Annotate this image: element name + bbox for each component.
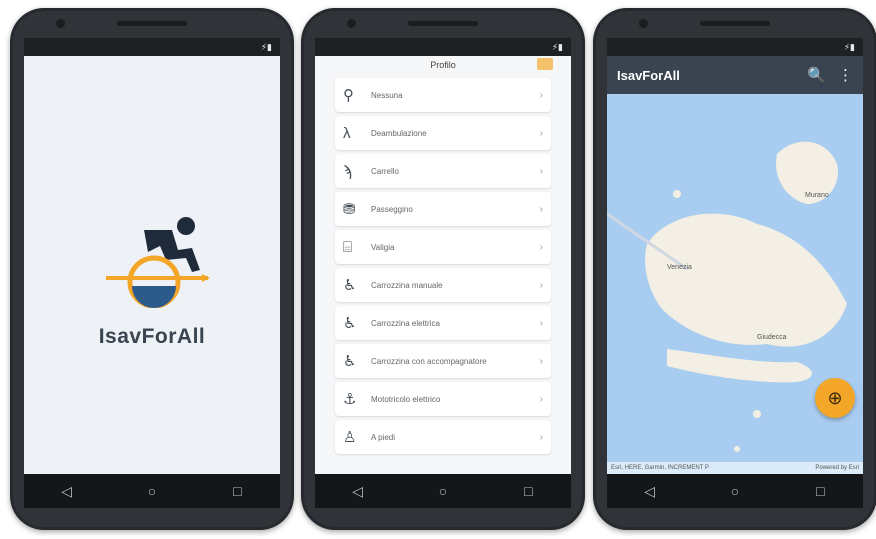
- nav-bar: ◁ ○ □: [24, 474, 280, 508]
- camera-dot: [639, 19, 648, 28]
- map-screen: ⚡▮ IsavForAll 🔍 ⋮ Venezia Murano Giudecc…: [607, 38, 863, 474]
- locate-fab[interactable]: ⊕: [815, 378, 855, 418]
- back-button[interactable]: ◁: [55, 483, 79, 500]
- wheelchair-companion-icon: ♿: [343, 353, 357, 370]
- profile-screen: ⚡▮ Profilo ⚲ Nessuna › λ Deambulazione › ϡ Ca…: [315, 38, 571, 474]
- status-bar: ⚡▮: [24, 38, 280, 56]
- camera-dot: [347, 19, 356, 28]
- list-item-label: Carrozzina manuale: [371, 280, 443, 290]
- chevron-right-icon: ›: [539, 393, 543, 405]
- app-logo-icon: [106, 217, 210, 308]
- crutches-icon: ϡ: [343, 162, 352, 180]
- list-item[interactable]: ⛃ Passeggino ›: [335, 192, 551, 226]
- profile-title: Profilo: [430, 60, 456, 70]
- list-item[interactable]: ⌸ Valigia ›: [335, 230, 551, 264]
- status-bar: ⚡▮: [607, 38, 863, 56]
- other-icon: ♙: [343, 429, 357, 446]
- map-label: Venezia: [667, 264, 692, 271]
- list-item[interactable]: ϡ Carrello ›: [335, 154, 551, 188]
- list-item-label: Carrozzina elettrica: [371, 318, 440, 328]
- chevron-right-icon: ›: [539, 317, 543, 329]
- chevron-right-icon: ›: [539, 127, 543, 139]
- list-item[interactable]: ♿ Carrozzina manuale ›: [335, 268, 551, 302]
- map-label: Murano: [805, 192, 829, 199]
- map-credit-right: Powered by Esri: [815, 465, 859, 471]
- chevron-right-icon: ›: [539, 355, 543, 367]
- list-item-label: Nessuna: [371, 90, 403, 100]
- list-item[interactable]: λ Deambulazione ›: [335, 116, 551, 150]
- chevron-right-icon: ›: [539, 89, 543, 101]
- back-button[interactable]: ◁: [346, 483, 370, 500]
- chevron-right-icon: ›: [539, 431, 543, 443]
- nav-bar: ◁ ○ □: [315, 474, 571, 508]
- camera-dot: [56, 19, 65, 28]
- map-land-shapes: [607, 141, 847, 452]
- map-attribution: Esri, HERE, Garmin, INCREMENT P Powered …: [607, 462, 863, 474]
- phone-map: ⚡▮ IsavForAll 🔍 ⋮ Venezia Murano Giudecc…: [593, 8, 876, 530]
- status-bar: ⚡▮: [315, 38, 571, 56]
- app-bar-title: IsavForAll: [617, 67, 680, 83]
- list-item-label: Deambulazione: [371, 128, 427, 138]
- recents-button[interactable]: □: [808, 483, 832, 499]
- chevron-right-icon: ›: [539, 203, 543, 215]
- list-item[interactable]: ⚲ Nessuna ›: [335, 78, 551, 112]
- recents-button[interactable]: □: [225, 483, 249, 499]
- map-label: Giudecca: [757, 334, 787, 341]
- elderly-icon: λ: [343, 124, 351, 142]
- speaker: [408, 21, 478, 26]
- nav-bar: ◁ ○ □: [607, 474, 863, 508]
- app-bar: IsavForAll 🔍 ⋮: [607, 56, 863, 94]
- crosshair-icon: ⊕: [827, 388, 843, 408]
- list-item[interactable]: ♙ A piedi ›: [335, 420, 551, 454]
- list-item[interactable]: ⚓ Mototricolo elettrico ›: [335, 382, 551, 416]
- recents-button[interactable]: □: [516, 483, 540, 499]
- speaker: [117, 21, 187, 26]
- list-item-label: Valigia: [371, 242, 395, 252]
- list-item-label: Passeggino: [371, 204, 413, 214]
- map-view[interactable]: Venezia Murano Giudecca Esri, HERE, Garm…: [607, 94, 863, 474]
- list-item-label: Carrello: [371, 166, 400, 176]
- speaker: [700, 21, 770, 26]
- luggage-icon: ⌸: [343, 238, 353, 256]
- splash-screen: ⚡▮ IsavForAll: [24, 38, 280, 474]
- list-item[interactable]: ♿ Carrozzina con accompagnatore ›: [335, 344, 551, 378]
- stroller-icon: ⛃: [343, 201, 356, 218]
- chevron-right-icon: ›: [539, 165, 543, 177]
- profile-list: ⚲ Nessuna › λ Deambulazione › ϡ Carrello › ⛃ Pa…: [335, 78, 551, 458]
- home-button[interactable]: ○: [140, 483, 164, 499]
- home-button[interactable]: ○: [723, 483, 747, 499]
- wheelchair-icon: ♿: [343, 277, 357, 294]
- chevron-right-icon: ›: [539, 279, 543, 291]
- powered-wheelchair-icon: ♿: [343, 315, 357, 332]
- phone-profile: ⚡▮ Profilo ⚲ Nessuna › λ Deambulazione › ϡ Ca…: [301, 8, 585, 530]
- walking-cane-icon: ⚲: [343, 87, 354, 104]
- list-item-label: A piedi: [371, 432, 396, 442]
- phone-splash: ⚡▮ IsavForAll ◁ ○ □: [10, 8, 294, 530]
- map-credit-left: Esri, HERE, Garmin, INCREMENT P: [611, 465, 709, 471]
- back-button[interactable]: ◁: [638, 483, 662, 500]
- mobility-scooter-icon: ⚓: [343, 391, 357, 408]
- search-icon[interactable]: 🔍: [807, 66, 826, 84]
- home-button[interactable]: ○: [431, 483, 455, 499]
- chevron-right-icon: ›: [539, 241, 543, 253]
- app-title: IsavForAll: [98, 325, 206, 348]
- overflow-menu-icon[interactable]: ⋮: [838, 66, 853, 84]
- language-flag-icon[interactable]: [537, 58, 553, 70]
- list-item-label: Mototricolo elettrico: [371, 394, 441, 404]
- list-item-label: Carrozzina con accompagnatore: [371, 356, 487, 366]
- list-item[interactable]: ♿ Carrozzina elettrica ›: [335, 306, 551, 340]
